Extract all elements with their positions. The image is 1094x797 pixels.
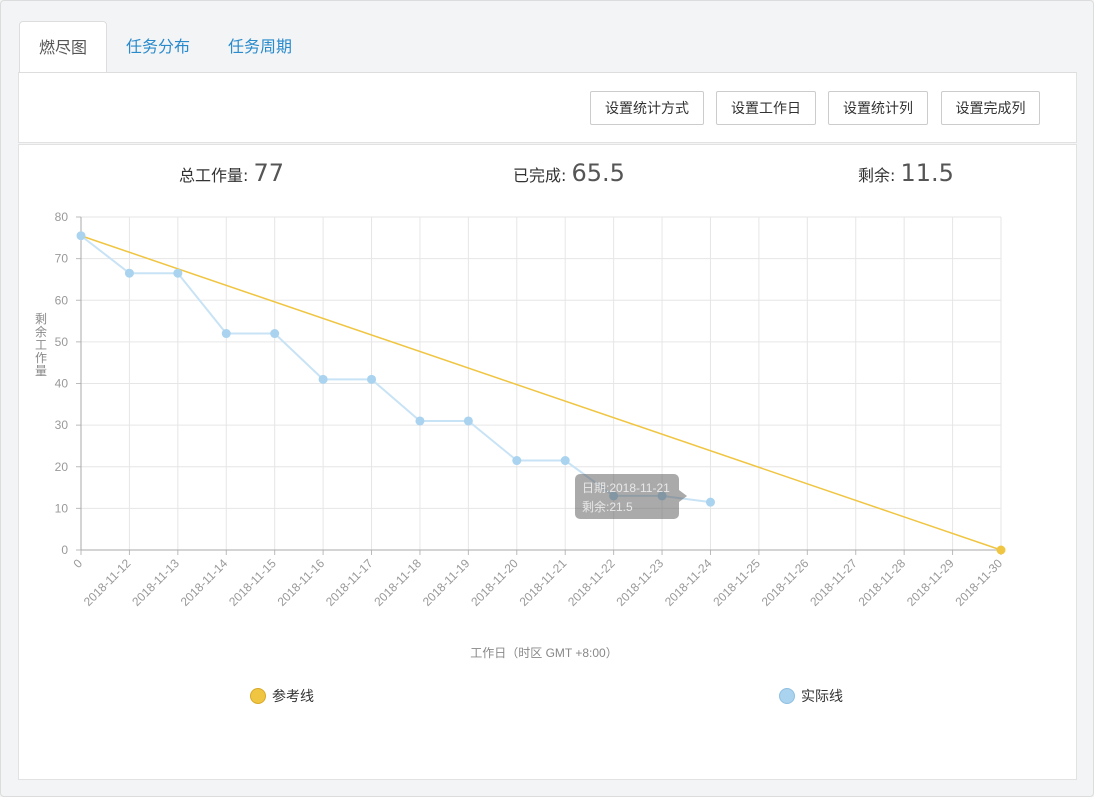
x-tick-label: 2018-11-21 bbox=[517, 556, 570, 609]
tooltip-remaining: 剩余:21.5 bbox=[582, 499, 633, 514]
actual-point bbox=[318, 374, 328, 384]
y-tick-label: 10 bbox=[55, 501, 69, 515]
actual-point bbox=[124, 268, 134, 278]
actual-point bbox=[463, 416, 473, 426]
actual-point bbox=[173, 268, 183, 278]
y-axis-label: 剩余工作量 bbox=[35, 312, 47, 378]
x-tick-label: 0 bbox=[70, 556, 85, 571]
x-tick-label: 2018-11-20 bbox=[468, 556, 521, 609]
legend-reference[interactable]: 参考线 bbox=[250, 686, 314, 706]
x-tick-label: 2018-11-25 bbox=[710, 556, 763, 609]
y-tick-label: 20 bbox=[55, 460, 69, 474]
x-tick-label: 2018-11-23 bbox=[613, 556, 666, 609]
legend-actual[interactable]: 实际线 bbox=[779, 686, 843, 706]
actual-point bbox=[705, 497, 715, 507]
x-tick-label: 2018-11-27 bbox=[807, 556, 860, 609]
y-tick-label: 30 bbox=[55, 418, 69, 432]
actual-point bbox=[415, 416, 425, 426]
tooltip-arrow bbox=[679, 490, 687, 502]
x-tick-label: 2018-11-24 bbox=[662, 556, 715, 609]
y-tick-label: 80 bbox=[55, 210, 69, 224]
y-tick-label: 60 bbox=[55, 293, 69, 307]
x-tick-label: 2018-11-16 bbox=[275, 556, 328, 609]
x-axis-label: 工作日（时区 GMT +8:00） bbox=[470, 646, 617, 660]
burndown-window: 燃尽图 任务分布 任务周期 设置统计方式 设置工作日 设置统计列 设置完成列 总… bbox=[0, 0, 1094, 797]
x-tick-label: 2018-11-26 bbox=[759, 556, 812, 609]
reference-point bbox=[996, 545, 1006, 555]
x-tick-label: 2018-11-22 bbox=[565, 556, 618, 609]
x-tick-label: 2018-11-30 bbox=[952, 556, 1005, 609]
x-tick-label: 2018-11-19 bbox=[420, 556, 473, 609]
x-tick-label: 2018-11-28 bbox=[856, 556, 909, 609]
x-tick-label: 2018-11-18 bbox=[371, 556, 424, 609]
reference-line bbox=[80, 235, 1002, 551]
tooltip-date: 日期:2018-11-21 bbox=[582, 481, 670, 495]
actual-point bbox=[270, 329, 280, 339]
legend-actual-label: 实际线 bbox=[801, 689, 843, 705]
burndown-chart: 0102030405060708002018-11-122018-11-1320… bbox=[35, 210, 1006, 660]
x-tick-label: 2018-11-12 bbox=[81, 556, 134, 609]
actual-point bbox=[367, 374, 377, 384]
actual-point bbox=[560, 456, 570, 466]
x-tick-label: 2018-11-17 bbox=[323, 556, 376, 609]
legend-reference-swatch bbox=[250, 688, 266, 704]
actual-point bbox=[512, 456, 522, 466]
actual-point bbox=[221, 329, 231, 339]
x-tick-label: 2018-11-29 bbox=[904, 556, 957, 609]
legend-actual-swatch bbox=[779, 688, 795, 704]
y-tick-label: 40 bbox=[55, 377, 69, 391]
x-tick-label: 2018-11-14 bbox=[178, 556, 231, 609]
y-tick-label: 50 bbox=[55, 335, 69, 349]
actual-point bbox=[76, 231, 86, 241]
x-tick-label: 2018-11-15 bbox=[226, 556, 279, 609]
y-tick-label: 70 bbox=[55, 252, 69, 266]
x-tick-label: 2018-11-13 bbox=[129, 556, 182, 609]
legend-reference-label: 参考线 bbox=[272, 689, 314, 705]
y-tick-label: 0 bbox=[61, 543, 68, 557]
